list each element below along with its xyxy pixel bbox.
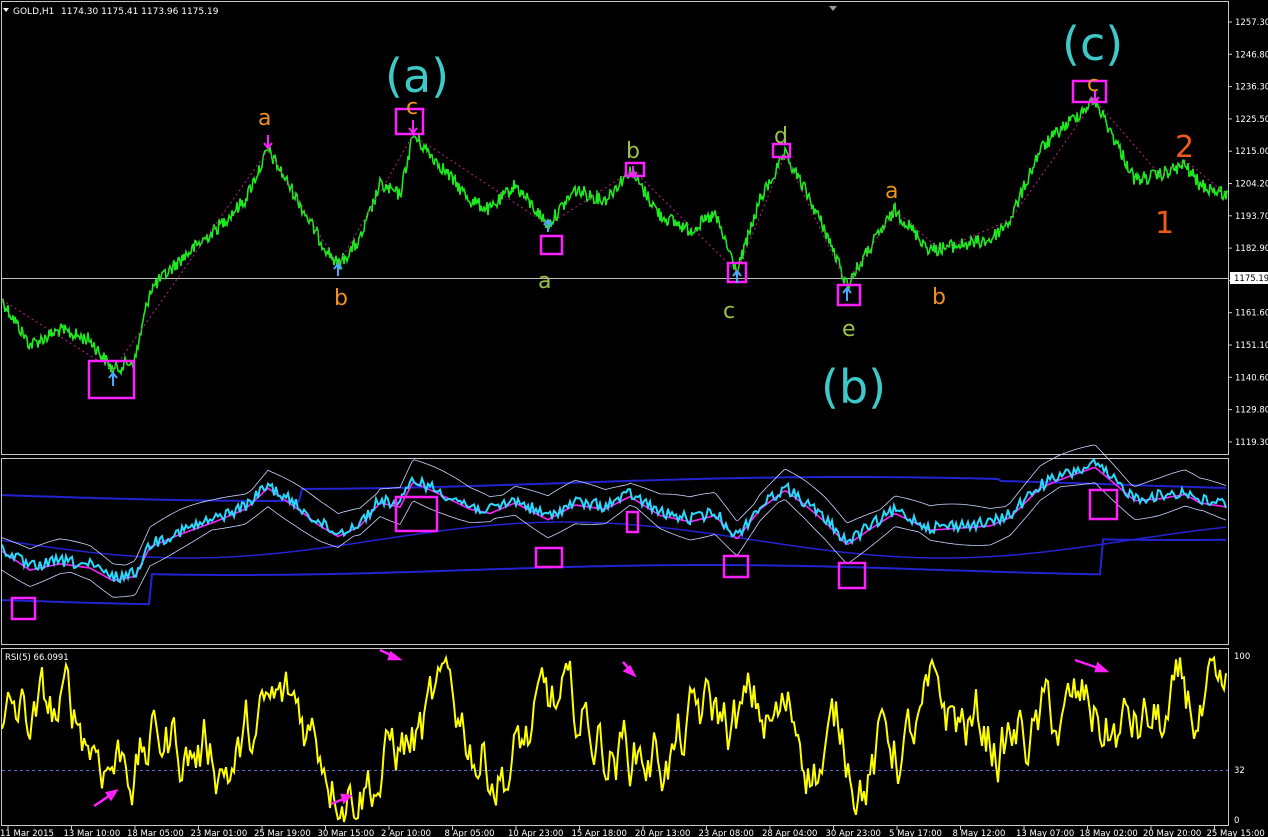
marker-box (625, 510, 640, 534)
wave-label-big-c: (c) (1062, 17, 1123, 71)
ohlc-values: 1174.30 1175.41 1173.96 1175.19 (61, 7, 219, 17)
symbol-label: GOLD,H1 (13, 7, 54, 17)
wave-label-b: b (334, 286, 348, 311)
chart-shift-icon[interactable] (829, 6, 837, 11)
time-axis: 11 Mar 2015 13 Mar 10:00 18 Mar 05:00 23 Ma… (0, 826, 1265, 837)
time-tick-label: 20 May 20:00 (1143, 829, 1201, 837)
time-tick-label: 15 Apr 18:00 (572, 829, 627, 837)
price-tick-label: 1119.30 (1235, 438, 1268, 448)
time-tick-label: 11 Mar 2015 (0, 829, 54, 837)
price-tick-label: 1129.80 (1235, 406, 1268, 416)
current-price-label: 1175.19 (1234, 274, 1268, 284)
price-tick-label: 1161.60 (1235, 309, 1268, 319)
rsi-panel-frame (1, 648, 1229, 826)
price-tick-label: 1215.00 (1235, 147, 1268, 157)
time-tick-label: 8 May 12:00 (953, 829, 1006, 837)
wave-label-2: 2 (1175, 130, 1194, 165)
time-tick-label: 18 May 02:00 (1080, 829, 1138, 837)
price-overlay-line (1, 457, 1227, 584)
time-tick-label: 13 May 07:00 (1016, 829, 1074, 837)
price-tick-label: 1182.90 (1235, 244, 1268, 254)
wave-label-b: b (626, 139, 640, 164)
up-arrow-icon (108, 218, 852, 386)
trading-chart-window[interactable]: 1257.30 1246.80 1236.30 1225.50 1215.00 1204.… (0, 0, 1268, 837)
wave-label-a: a (885, 179, 898, 204)
chart-canvas[interactable]: 1257.30 1246.80 1236.30 1225.50 1215.00 1204.… (0, 0, 1268, 837)
wave-label-d: d (774, 124, 788, 149)
rsi-level-100: 100 (1234, 652, 1250, 662)
marker-box (534, 546, 564, 569)
price-tick-label: 1140.60 (1235, 373, 1268, 383)
time-tick-label: 5 May 17:00 (889, 829, 942, 837)
wave-label-e: e (842, 317, 856, 342)
price-axis: 1257.30 1246.80 1236.30 1225.50 1215.00 1204.… (1228, 18, 1268, 448)
rsi-title: RSI(5) 66.0991 (5, 653, 69, 663)
bollinger-bands (1, 444, 1227, 606)
marker-box (539, 234, 564, 256)
time-tick-label: 23 Apr 08:00 (699, 829, 754, 837)
price-panel-frame (1, 1, 1229, 455)
time-tick-label: 13 Mar 10:00 (64, 829, 121, 837)
rsi-level-0: 0 (1234, 816, 1239, 826)
time-tick-label: 25 May 15:00 (1207, 829, 1265, 837)
wave-label-b: b (932, 285, 946, 310)
price-tick-label: 1225.50 (1235, 115, 1268, 125)
wave-label-a: a (538, 269, 551, 294)
price-tick-label: 1151.10 (1235, 341, 1268, 351)
price-series (1, 96, 1228, 377)
wave-label-big-b: (b) (821, 360, 886, 414)
time-tick-label: 10 Apr 23:00 (508, 829, 563, 837)
time-tick-label: 18 Mar 05:00 (127, 829, 184, 837)
lower-band-line (1, 538, 1227, 606)
marker-box (1088, 488, 1119, 521)
price-tick-label: 1236.30 (1235, 83, 1268, 93)
time-tick-label: 2 Apr 10:00 (381, 829, 431, 837)
wave-label-1: 1 (1155, 206, 1174, 241)
wave-label-c: c (1087, 72, 1099, 97)
time-tick-label: 25 Mar 19:00 (254, 829, 311, 837)
time-tick-label: 20 Apr 13:00 (635, 829, 690, 837)
wave-label-c: c (406, 95, 418, 120)
down-arrow-icon (263, 90, 1100, 179)
price-tick-label: 1204.20 (1235, 180, 1268, 190)
rsi-level-32: 32 (1234, 766, 1245, 776)
wave-label-a: a (258, 106, 271, 131)
time-tick-label: 8 Apr 05:00 (445, 829, 495, 837)
price-line (1, 96, 1228, 377)
time-tick-label: 28 Apr 04:00 (762, 829, 817, 837)
price-tick-label: 1257.30 (1235, 18, 1268, 28)
rsi-line (1, 654, 1227, 823)
time-tick-label: 30 Apr 23:00 (826, 829, 881, 837)
price-tick-label: 1193.70 (1235, 212, 1268, 222)
time-tick-label: 23 Mar 01:00 (191, 829, 248, 837)
price-tick-label: 1246.80 (1235, 50, 1268, 60)
wave-label-c: c (723, 299, 735, 324)
time-tick-label: 30 Mar 15:00 (318, 829, 375, 837)
marker-box (722, 554, 750, 579)
menu-triangle-icon[interactable] (3, 8, 9, 12)
